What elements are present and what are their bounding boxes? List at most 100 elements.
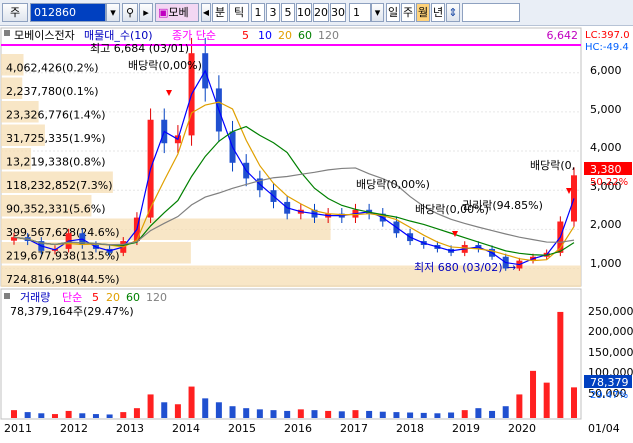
current-volume-pct: 29.47%: [590, 390, 628, 401]
period-year[interactable]: 년: [431, 3, 445, 22]
tick-mode-button[interactable]: 틱: [229, 3, 249, 22]
period-label: 주: [402, 6, 414, 19]
volume-bar: [243, 408, 250, 418]
count-spinner[interactable]: ▾: [371, 3, 384, 22]
volume-profile-label: 23,326,776(1.4%): [6, 109, 106, 122]
menu-button[interactable]: ▸: [139, 3, 153, 22]
volume-bar: [256, 409, 263, 418]
volume-bar: [51, 414, 58, 418]
ma5-label: 5: [242, 29, 249, 42]
market-select[interactable]: 주: [2, 3, 28, 22]
stock-name-field[interactable]: ▣모베: [155, 3, 199, 22]
interval-3[interactable]: 3: [266, 3, 280, 22]
x-tick: 2014: [172, 422, 200, 435]
chart-kind-label: 매물대_수(10): [84, 29, 153, 42]
period-label: 월: [417, 6, 429, 19]
x-tick: 2018: [396, 422, 424, 435]
interval-label: 20: [314, 6, 328, 19]
search-icon: ⚲: [125, 6, 135, 19]
y-tick: 5,000: [590, 103, 622, 116]
minute-mode-button[interactable]: 분: [212, 3, 228, 22]
volume-title: 거래량: [20, 291, 50, 304]
period-day[interactable]: 일: [386, 3, 400, 22]
y-tick: 2,000: [590, 218, 622, 231]
volume-bar: [325, 410, 332, 418]
volume-bar: [571, 387, 577, 418]
stock-badge-icon: ▣: [158, 6, 169, 19]
volume-bar: [270, 410, 277, 418]
min-arrow-icon: →: [507, 261, 516, 274]
volume-last-value: 78,379,164주(29.47%): [10, 305, 134, 318]
ma120-label: 120: [318, 29, 339, 42]
y-tick: 250,000: [588, 305, 633, 318]
volume-bar: [379, 411, 386, 418]
vol-ma60-label: 60: [126, 291, 140, 304]
tick-label: 틱: [233, 6, 245, 19]
stock-label: 모베이스전자: [14, 29, 75, 42]
volume-bar: [147, 394, 154, 418]
y-tick: 200,000: [588, 325, 633, 338]
interval-label: 3: [269, 6, 277, 19]
vol-ma5-label: 5: [92, 291, 99, 304]
stock-name-text: 모베: [168, 6, 189, 19]
period-week[interactable]: 주: [401, 3, 415, 22]
volume-bar: [516, 394, 523, 418]
volume-profile-label: 90,352,331(5.6%): [6, 203, 106, 216]
volume-bar: [557, 311, 564, 418]
volume-bar: [530, 370, 537, 418]
volume-bar: [284, 410, 291, 418]
dividend-annotation: 배당락(0,00%): [128, 59, 202, 72]
y-tick: 1,000: [590, 257, 622, 270]
interval-30[interactable]: 30: [330, 3, 346, 22]
updown-button[interactable]: ⇕: [446, 3, 460, 22]
y-tick: 150,000: [588, 346, 633, 359]
ma-label: 종가 단순: [172, 29, 216, 42]
extra-input[interactable]: [462, 3, 520, 22]
period-month[interactable]: 월: [416, 3, 430, 22]
volume-bar: [229, 406, 236, 418]
code-input[interactable]: 012860: [30, 3, 106, 22]
volume-profile-label: 724,816,918(44.5%): [6, 273, 120, 286]
volume-bar: [215, 402, 222, 418]
x-tick: 2017: [340, 422, 368, 435]
interval-label: 10: [297, 6, 311, 19]
volume-bar: [65, 410, 72, 418]
toolbar: 주 012860 ▾ ⚲ ▸ ▣모베 ◀ 분 틱 1 3 5 10 20 30 …: [0, 0, 633, 26]
chart-area: 4,062,426(0.2%) 2,237,780(0.1%) 23,326,776…: [0, 26, 633, 440]
current-change-label: 50.22%: [590, 177, 628, 188]
code-dropdown-button[interactable]: ▾: [106, 3, 120, 22]
volume-bar: [311, 410, 318, 418]
count-value: 1: [353, 6, 360, 19]
volume-bar: [106, 414, 113, 418]
x-tick: 2020: [508, 422, 536, 435]
volume-bar: [202, 398, 209, 418]
x-tick: 2011: [4, 422, 32, 435]
interval-5[interactable]: 5: [281, 3, 295, 22]
y-tick: 4,000: [590, 141, 622, 154]
volume-profile-label: 13,219,338(0.8%): [6, 156, 106, 169]
rights-annotation: 권리락(94.85%): [462, 199, 543, 212]
prev-button[interactable]: ◀: [201, 3, 211, 22]
mode-label: 분: [214, 6, 226, 19]
vol-ma120-label: 120: [146, 291, 167, 304]
period-label: 일: [387, 6, 399, 19]
volume-bar: [475, 408, 482, 418]
interval-1[interactable]: 1: [251, 3, 265, 22]
volume-profile-label: 4,062,426(0.2%): [6, 62, 99, 75]
interval-label: 30: [331, 6, 345, 19]
x-tick: 2013: [116, 422, 144, 435]
y-tick: 6,000: [590, 64, 622, 77]
volume-bar: [174, 404, 181, 418]
search-button[interactable]: ⚲: [122, 3, 138, 22]
ma10-label: 10: [258, 29, 272, 42]
volume-profile-label: 219,677,938(13.5%): [6, 250, 120, 263]
volume-bar: [448, 412, 455, 418]
interval-20[interactable]: 20: [313, 3, 329, 22]
volume-bar: [489, 410, 496, 418]
count-input[interactable]: 1: [349, 3, 371, 22]
dividend-annotation: 배당락(0,00%): [356, 178, 430, 191]
volume-profile-label: 31,725,335(1.9%): [6, 132, 106, 145]
chevron-down-icon: ▾: [374, 6, 381, 19]
high-value-label: 6,642: [547, 29, 579, 42]
interval-10[interactable]: 10: [296, 3, 312, 22]
